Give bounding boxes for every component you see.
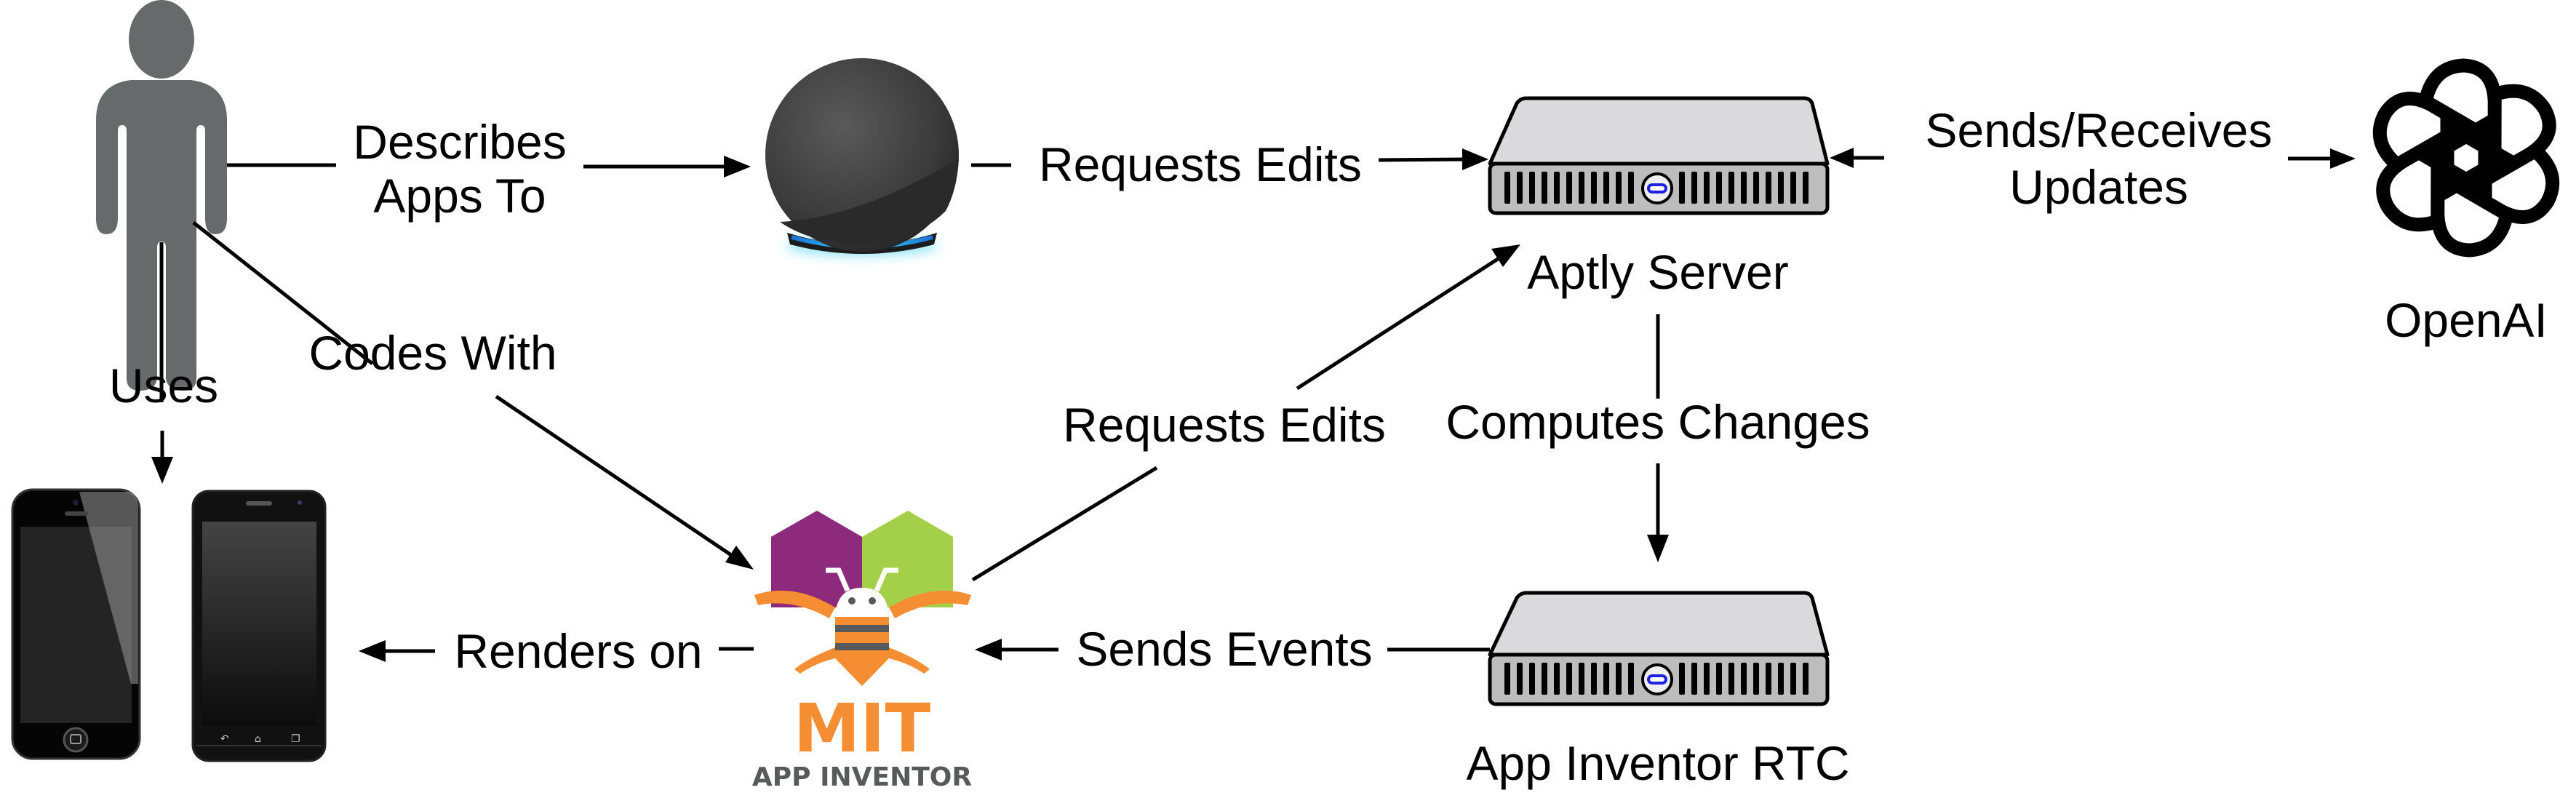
- edge-line: [495, 394, 733, 557]
- vent-bar: [1628, 663, 1634, 695]
- vent-bar: [1504, 172, 1510, 204]
- arrowhead-icon: [1647, 535, 1669, 562]
- node-label-openai: OpenAI: [2385, 293, 2548, 347]
- vent-bar: [1579, 663, 1584, 695]
- edge-line: [1378, 157, 1467, 162]
- vent-bar: [1716, 663, 1722, 695]
- mit-app-inventor-logo: MIT APP INVENTOR: [752, 511, 972, 792]
- edge-label-sends-receives: Sends/Receives: [1926, 103, 2273, 157]
- vent-bar: [1778, 172, 1784, 204]
- vent-bar: [1529, 172, 1535, 204]
- vent-bar: [1704, 663, 1710, 695]
- vent-bar: [1790, 663, 1796, 695]
- edge-renders-on: Renders on: [359, 624, 754, 678]
- vent-bar: [1741, 663, 1747, 695]
- architecture-diagram: Describes Apps To Requests Edits Aptly S…: [11, 0, 2560, 792]
- vent-bar: [1566, 172, 1572, 204]
- edge-sends-receives-updates: Sends/Receives Updates: [1830, 103, 2356, 214]
- vent-bar: [1591, 172, 1597, 204]
- edge-label-updates: Updates: [2009, 160, 2188, 214]
- vent-bar: [1529, 663, 1535, 695]
- edge-label: Requests Edits: [1063, 398, 1386, 452]
- vent-bar: [1704, 172, 1710, 204]
- vent-bar: [1691, 663, 1697, 695]
- vent-bar: [1728, 663, 1734, 695]
- logo-title: MIT: [794, 690, 931, 767]
- vent-bar: [1778, 663, 1784, 695]
- edge-label: Renders on: [454, 624, 702, 678]
- arrowhead-icon: [151, 457, 173, 484]
- vent-bar: [1628, 172, 1634, 204]
- vent-bar: [1741, 172, 1747, 204]
- arrowhead-icon: [724, 156, 751, 177]
- edge-sends-events: Sends Events: [975, 622, 1490, 676]
- vent-bar: [1603, 172, 1609, 204]
- status-led: [1647, 674, 1667, 685]
- edge-describes-apps-to: Describes Apps To: [227, 115, 751, 223]
- edge-label: Computes Changes: [1445, 395, 1870, 449]
- smart-speaker-icon: [765, 58, 959, 256]
- vent-bar: [1691, 172, 1697, 204]
- arrowhead-icon: [1830, 148, 1854, 168]
- vent-bar: [1517, 663, 1523, 695]
- edge-label: Codes With: [308, 326, 557, 380]
- edge-label-describes: Describes: [353, 115, 566, 169]
- vent-bar: [1542, 172, 1547, 204]
- svg-text:❐: ❐: [291, 733, 300, 745]
- arrowhead-icon: [725, 546, 754, 570]
- vent-bar: [1790, 172, 1796, 204]
- edge-label-apps-to: Apps To: [373, 169, 546, 223]
- edge-line: [1296, 255, 1502, 391]
- arrowhead-icon: [359, 640, 386, 662]
- openai-logo-icon: [2372, 58, 2560, 258]
- vent-bar: [1803, 172, 1809, 204]
- android-phone-icon: ↶ ⌂ ❐: [191, 490, 327, 762]
- arrowhead-icon: [1491, 244, 1520, 267]
- aptly-server-icon: [1488, 96, 1830, 215]
- arrowhead-icon: [2330, 148, 2356, 169]
- edge-label: Requests Edits: [1039, 137, 1362, 191]
- node-label-aptly-server: Aptly Server: [1527, 245, 1788, 299]
- vent-bar: [1603, 663, 1609, 695]
- iphone-icon: [11, 488, 141, 760]
- vent-bar: [1679, 172, 1685, 204]
- vent-bar: [1542, 663, 1547, 695]
- vent-bar: [1616, 172, 1622, 204]
- logo-subtitle: APP INVENTOR: [752, 762, 972, 792]
- status-led: [1647, 183, 1667, 193]
- edge-label: Uses: [109, 359, 218, 412]
- vent-bar: [1591, 663, 1597, 695]
- vent-bar: [1728, 172, 1734, 204]
- vent-bar: [1753, 172, 1759, 204]
- edge-uses: Uses: [109, 242, 218, 484]
- svg-text:⌂: ⌂: [255, 733, 261, 745]
- arrowhead-icon: [1462, 148, 1488, 170]
- vent-bar: [1616, 663, 1622, 695]
- edge-label: Sends Events: [1076, 622, 1372, 676]
- vent-bar: [1766, 172, 1771, 204]
- vent-bar: [1566, 663, 1572, 695]
- vent-bar: [1753, 663, 1759, 695]
- rtc-server-icon: [1488, 591, 1830, 706]
- edge-line: [971, 466, 1158, 582]
- edge-speaker-requests-edits: Requests Edits: [971, 137, 1488, 191]
- vent-bar: [1766, 663, 1771, 695]
- vent-bar: [1716, 172, 1722, 204]
- vent-bar: [1517, 172, 1523, 204]
- vent-bar: [1579, 172, 1584, 204]
- vent-bar: [1554, 663, 1560, 695]
- svg-text:↶: ↶: [220, 733, 229, 745]
- vent-bar: [1803, 663, 1809, 695]
- node-label-rtc: App Inventor RTC: [1466, 736, 1849, 790]
- vent-bar: [1679, 663, 1685, 695]
- vent-bar: [1504, 663, 1510, 695]
- vent-bar: [1554, 172, 1560, 204]
- edge-appinventor-requests-edits: Requests Edits: [971, 244, 1520, 582]
- edge-computes-changes: Computes Changes: [1445, 314, 1870, 562]
